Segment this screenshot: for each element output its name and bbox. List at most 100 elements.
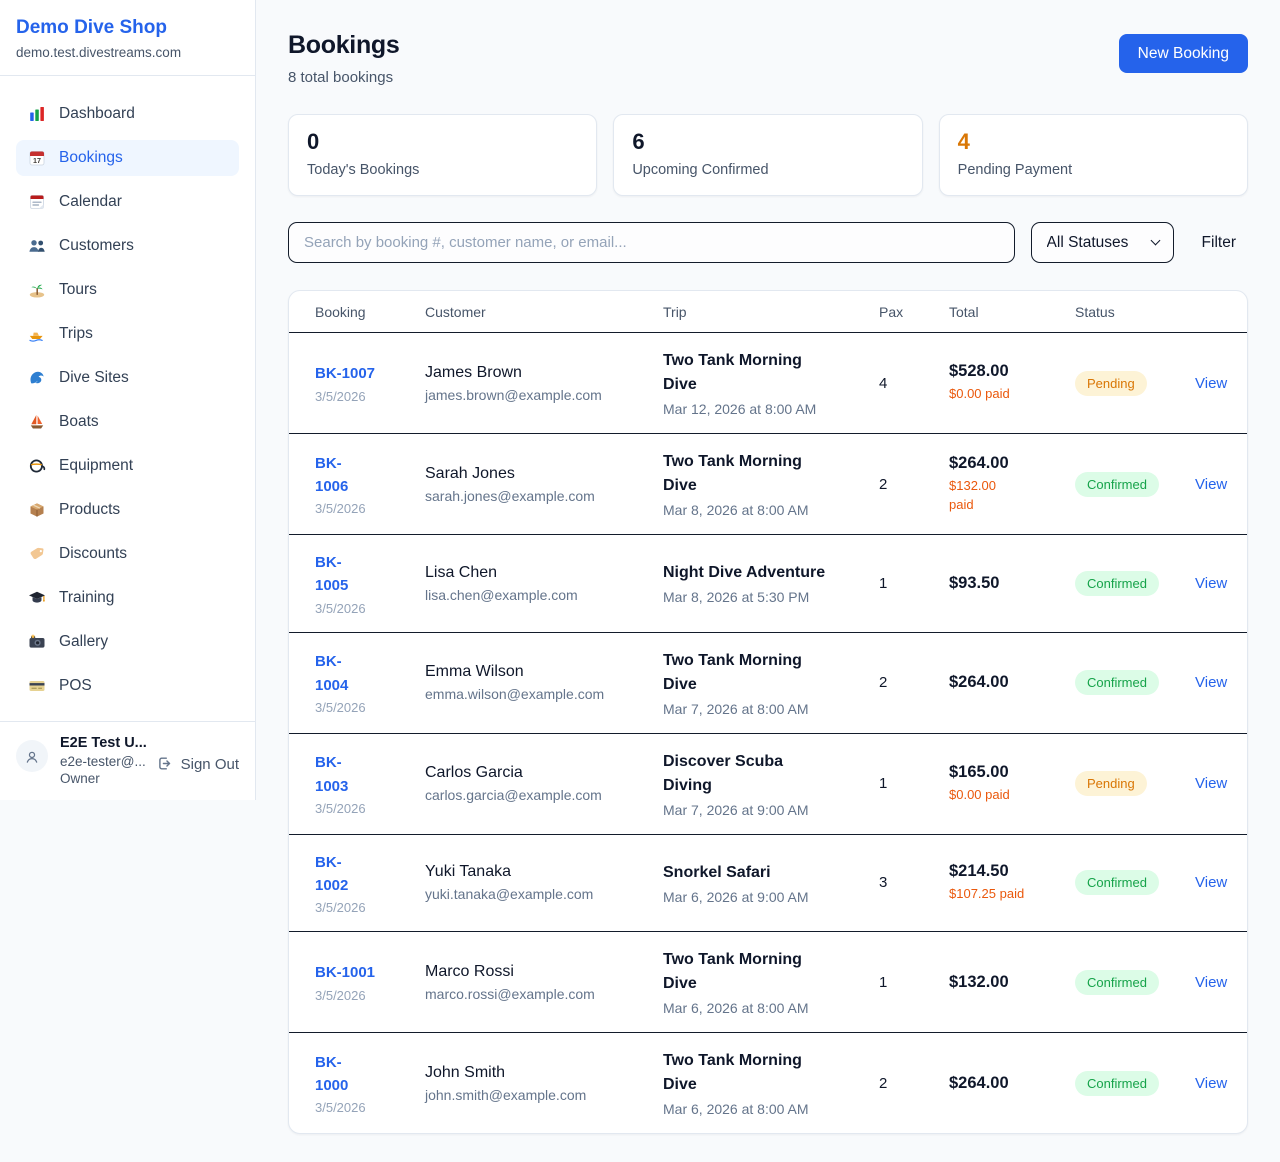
booking-code-link[interactable]: BK-1004 [315,650,363,697]
view-link[interactable]: View [1195,674,1227,691]
booking-date: 3/5/2026 [315,900,401,915]
page-title: Bookings [288,31,400,60]
stat-label: Upcoming Confirmed [632,162,903,178]
trip-name: Two Tank Morning Dive [663,450,827,498]
table-row: BK-1007 3/5/2026 James Brown james.brown… [289,333,1247,434]
main-content: Bookings 8 total bookings New Booking 0T… [256,0,1280,1134]
trip-datetime: Mar 6, 2026 at 9:00 AM [663,889,855,905]
sidebar-item-label: Equipment [59,457,133,475]
paid-amount: $0.00 paid [949,786,1051,805]
view-link[interactable]: View [1195,575,1227,592]
status-select[interactable]: All Statuses [1031,222,1174,263]
sidebar-item-pos[interactable]: POS [16,668,239,704]
sidebar-item-label: Calendar [59,193,122,211]
sailboat-icon [28,413,46,431]
table-row: BK-1002 3/5/2026 Yuki Tanaka yuki.tanaka… [289,834,1247,932]
total-amount: $264.00 [949,454,1051,473]
sidebar-item-bookings[interactable]: 17 Bookings [16,140,239,176]
pax-count: 1 [867,932,937,1033]
sidebar-item-label: Gallery [59,633,108,651]
customer-email: carlos.garcia@example.com [425,787,639,803]
total-amount: $93.50 [949,574,1051,593]
view-link[interactable]: View [1195,874,1227,891]
bookings-table-card: BookingCustomerTripPaxTotalStatus BK-100… [288,290,1248,1134]
sign-out-label: Sign Out [181,756,239,773]
sidebar-item-products[interactable]: Products [16,492,239,528]
view-link[interactable]: View [1195,476,1227,493]
table-row: BK-1004 3/5/2026 Emma Wilson emma.wilson… [289,632,1247,733]
column-header-trip: Trip [651,291,867,333]
user-role: Owner [60,771,144,786]
booking-date: 3/5/2026 [315,1100,401,1115]
stat-cards: 0Today's Bookings6Upcoming Confirmed 4 Pen… [288,114,1248,196]
sidebar-item-equipment[interactable]: Equipment [16,448,239,484]
status-select-wrap: All Statuses [1031,222,1174,263]
people-icon [28,237,46,255]
sidebar-item-dashboard[interactable]: Dashboard [16,96,239,132]
sidebar-item-boats[interactable]: Boats [16,404,239,440]
search-input[interactable] [288,222,1015,263]
view-link[interactable]: View [1195,1075,1227,1092]
booking-code-link[interactable]: BK-1005 [315,551,363,598]
booking-code-link[interactable]: BK-1001 [315,961,375,984]
status-badge: Confirmed [1075,670,1159,695]
trip-datetime: Mar 8, 2026 at 8:00 AM [663,502,855,518]
pax-count: 3 [867,834,937,932]
pax-count: 1 [867,535,937,633]
booking-code-link[interactable]: BK-1007 [315,362,375,385]
sidebar-item-gallery[interactable]: Gallery [16,624,239,660]
paid-amount: $132.00 paid [949,477,1009,515]
booking-date: 3/5/2026 [315,601,401,616]
status-badge: Pending [1075,771,1147,796]
trip-datetime: Mar 8, 2026 at 5:30 PM [663,589,855,605]
sidebar-item-discounts[interactable]: Discounts [16,536,239,572]
stat-card: 0Today's Bookings [288,114,597,196]
customer-email: sarah.jones@example.com [425,488,639,504]
booking-code-link[interactable]: BK-1006 [315,452,363,499]
person-icon [23,747,41,765]
new-booking-button[interactable]: New Booking [1119,34,1248,73]
user-info: E2E Test U... e2e-tester@... Owner [60,733,144,786]
trip-name: Two Tank Morning Dive [663,948,827,996]
booking-code-link[interactable]: BK-1000 [315,1051,363,1098]
customer-name: Carlos Garcia [425,764,639,782]
sidebar-item-calendar[interactable]: Calendar [16,184,239,220]
filter-button[interactable]: Filter [1190,234,1248,252]
view-link[interactable]: View [1195,775,1227,792]
trip-name: Two Tank Morning Dive [663,1049,827,1097]
sidebar-item-training[interactable]: Training [16,580,239,616]
status-badge: Confirmed [1075,571,1159,596]
table-row: BK-1000 3/5/2026 John Smith john.smith@e… [289,1033,1247,1134]
pax-count: 2 [867,434,937,535]
stat-value: 4 [958,131,1229,153]
table-header: BookingCustomerTripPaxTotalStatus [289,291,1247,333]
view-link[interactable]: View [1195,974,1227,991]
booking-code-link[interactable]: BK-1002 [315,851,363,898]
sidebar-item-customers[interactable]: Customers [16,228,239,264]
stat-card: 6Upcoming Confirmed [613,114,922,196]
customer-email: john.smith@example.com [425,1087,639,1103]
avatar [16,740,48,772]
customer-name: John Smith [425,1064,639,1082]
table-row: BK-1003 3/5/2026 Carlos Garcia carlos.ga… [289,733,1247,834]
column-header-pax: Pax [867,291,937,333]
sidebar-item-trips[interactable]: Trips [16,316,239,352]
pax-count: 4 [867,333,937,434]
pax-count: 2 [867,632,937,733]
status-badge: Confirmed [1075,970,1159,995]
total-amount: $132.00 [949,973,1051,992]
booking-code-link[interactable]: BK-1003 [315,751,363,798]
customer-name: James Brown [425,364,639,382]
trip-name: Snorkel Safari [663,861,827,885]
stat-label: Pending Payment [958,162,1229,178]
view-link[interactable]: View [1195,375,1227,392]
sidebar-item-dive-sites[interactable]: Dive Sites [16,360,239,396]
sidebar: Demo Dive Shop demo.test.divestreams.com… [0,0,256,800]
wave-icon [28,369,46,387]
paid-amount: $0.00 paid [949,385,1051,404]
sidebar-item-tours[interactable]: Tours [16,272,239,308]
bookings-table: BookingCustomerTripPaxTotalStatus BK-100… [289,291,1247,1133]
sign-out-button[interactable]: Sign Out [156,755,239,773]
page-header: Bookings 8 total bookings New Booking [288,31,1248,86]
stat-label: Today's Bookings [307,162,578,178]
